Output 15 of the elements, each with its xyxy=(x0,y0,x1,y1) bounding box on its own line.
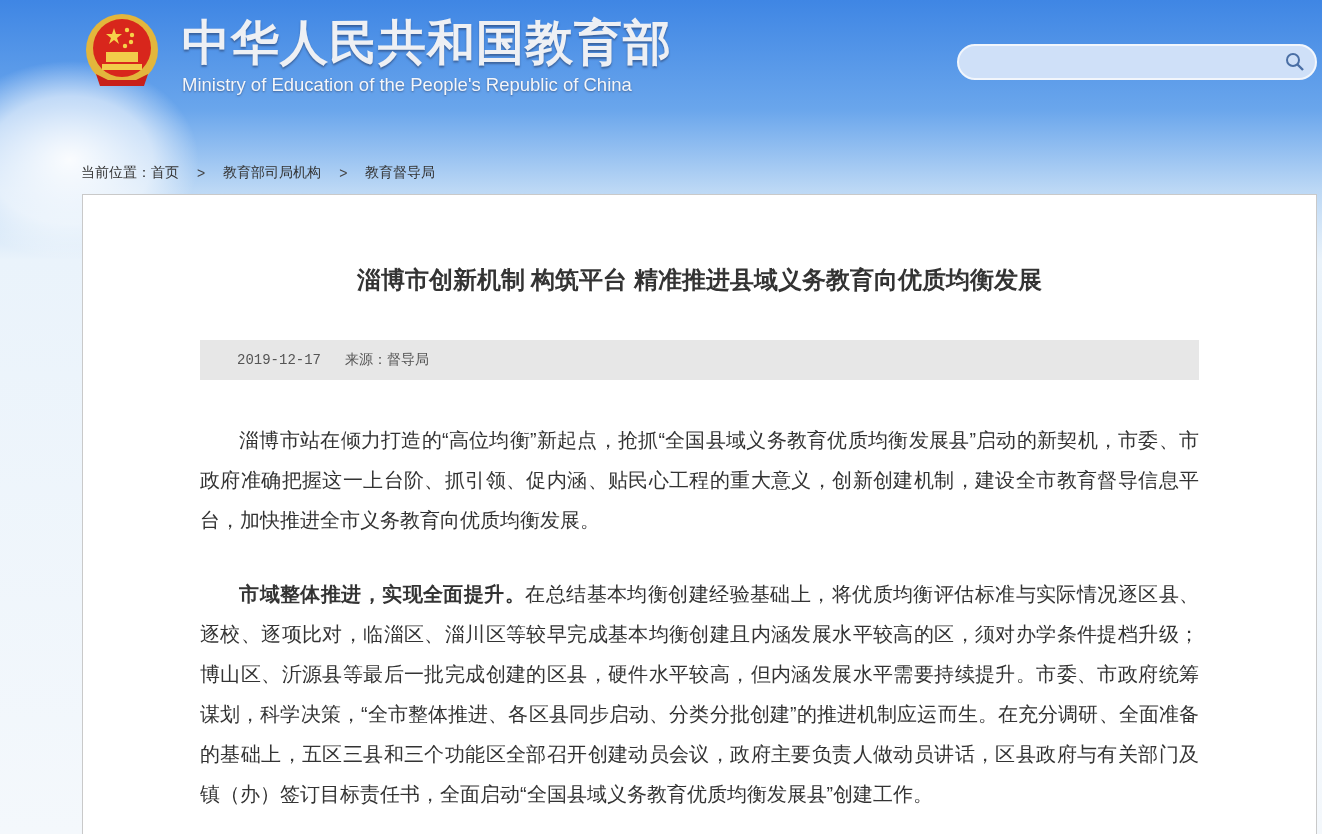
site-subtitle: Ministry of Education of the People's Republic of China xyxy=(182,74,633,96)
search-icon[interactable] xyxy=(1285,52,1305,72)
breadcrumb-separator: > xyxy=(197,165,206,181)
breadcrumb-link[interactable]: 教育部司局机构 xyxy=(223,164,322,182)
site-title: 中华人民共和国教育部 xyxy=(182,14,672,70)
breadcrumb-link[interactable]: 首页 xyxy=(151,164,179,182)
article-paragraph: 淄博市站在倾力打造的“高位均衡”新起点，抢抓“全国县域义务教育优质均衡发展县”启动的新契机，市委、市政府准确把握这一上台阶、抓引领、促内涵、贴民心工程的重大意义，创新创建机制，建设全市教育督导信息平台，加快推进全市义务教育向优质均衡发展。 xyxy=(200,428,1199,533)
article-title: 淄博市创新机制 构筑平台 精准推进县域义务教育向优质均衡发展 xyxy=(355,265,1044,295)
article-source: 来源：督导局 xyxy=(345,351,429,369)
search-field[interactable] xyxy=(957,44,1317,80)
breadcrumb-label: 当前位置： xyxy=(81,164,151,182)
article-paragraph: 市域整体推进，实现全面提升。在总结基本均衡创建经验基础上，将优质均衡评估标准与实际情况逐区县、逐校、逐项比对，临淄区、淄川区等较早完成基本均衡创建且内涵发展水平较高的区，须对办学条件提档升级；博山区、沂源县等最后一批完成创建的区县，硬件水平较高，但内涵发展水平需要持续提升。市委、市政府统筹谋划，科学决策，“全市整体推进、各区县同步启动、分类分批创建”的推进机制应运而生。在充分调研、全面准备的基础上，五区三县和三个功能区全部召开创建动员会议，政府主要负责人做动员讲话，区县政府与有关部门及镇（办）签订目标责任书，全面启动“全国县域义务教育优质均衡发展县”创建工作。 xyxy=(200,582,1199,807)
article-date: 2019-12-17 xyxy=(237,352,321,368)
breadcrumb-link[interactable]: 教育督导局 xyxy=(365,164,436,182)
breadcrumb-separator: > xyxy=(339,165,348,181)
